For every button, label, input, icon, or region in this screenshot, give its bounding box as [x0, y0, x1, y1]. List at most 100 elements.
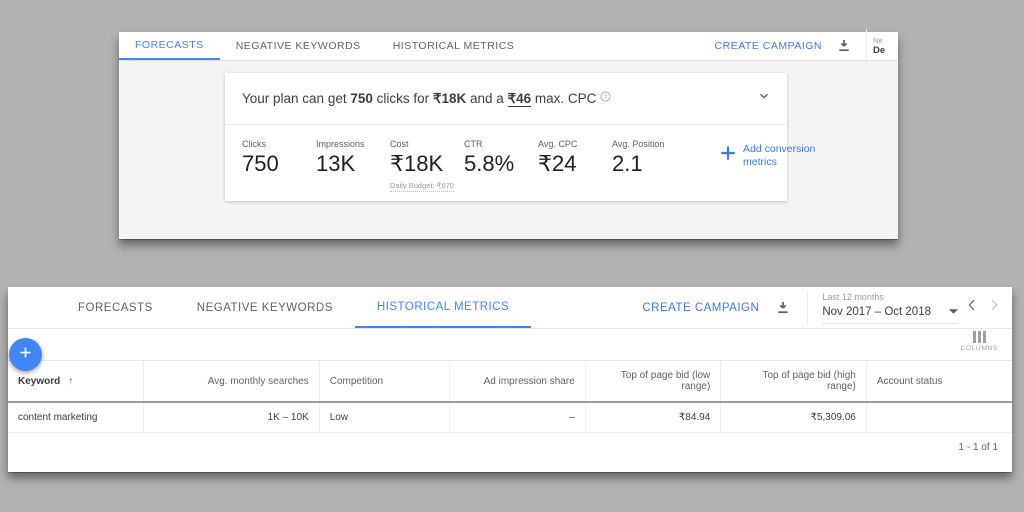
cell-ad-impression-share: – [449, 402, 586, 433]
screenshot-stage: FORECASTS NEGATIVE KEYWORDS HISTORICAL M… [0, 0, 1024, 512]
date-range-row[interactable]: Nov 2017 – Oct 2018 [822, 303, 958, 324]
headline-mid-2: and a [466, 91, 508, 106]
tab-negative-keywords[interactable]: NEGATIVE KEYWORDS [220, 32, 377, 60]
columns-icon [972, 331, 986, 343]
create-campaign-button[interactable]: CREATE CAMPAIGN [715, 40, 822, 52]
tab-negative-keywords[interactable]: NEGATIVE KEYWORDS [175, 287, 355, 328]
add-conversion-metrics-button[interactable]: Add conversion metrics [718, 143, 835, 169]
metric-value: 750 [242, 151, 279, 176]
cell-keyword: content marketing [8, 402, 145, 433]
caret-down-icon[interactable] [949, 303, 958, 321]
table-header-row: Keyword ↑ Avg. monthly searches Competiti… [8, 360, 1012, 403]
column-label: Avg. monthly searches [207, 375, 309, 387]
plus-icon [18, 345, 33, 365]
tab-label: HISTORICAL METRICS [376, 300, 510, 313]
column-header-competition[interactable]: Competition [319, 360, 451, 403]
add-keyword-fab[interactable] [9, 338, 42, 371]
top-panel-tabbar: FORECASTS NEGATIVE KEYWORDS HISTORICAL M… [119, 29, 898, 63]
column-header-avg-monthly-searches[interactable]: Avg. monthly searches [143, 360, 320, 403]
plus-icon [718, 143, 738, 168]
tab-label: FORECASTS [135, 39, 204, 51]
headline-max-cpc[interactable]: ₹46 [507, 91, 532, 107]
pagination-bar: 1 - 1 of 1 [8, 433, 1012, 463]
column-label: Competition [329, 375, 384, 387]
table-row[interactable]: content marketing 1K – 10K Low – ₹84.94 … [8, 402, 1012, 433]
headline-prefix: Your plan can get [242, 91, 351, 106]
tab-forecasts[interactable]: FORECASTS [119, 32, 220, 60]
metric-avg-position: Avg. Position 2.1 [612, 139, 700, 175]
metric-label: CTR [464, 139, 483, 149]
column-header-top-bid-low[interactable]: Top of page bid (low range) [585, 360, 722, 403]
top-panel-actions: CREATE CAMPAIGN Ne De [715, 29, 898, 63]
date-range-selector[interactable]: Ne De [866, 29, 892, 63]
date-range-stack: Last 12 months Nov 2017 – Oct 2018 [822, 292, 958, 324]
forecast-body: Your plan can get 750 clicks for ₹18K an… [119, 61, 898, 239]
tab-label: HISTORICAL METRICS [392, 40, 515, 52]
column-header-ad-impression-share[interactable]: Ad impression share [449, 360, 586, 403]
metric-label: Avg. Position [612, 139, 665, 149]
daily-budget-label[interactable]: Daily Budget: ₹670 [390, 181, 454, 193]
help-icon[interactable]: ? [600, 90, 611, 105]
column-label: Account status [876, 375, 943, 387]
tab-historical-metrics[interactable]: HISTORICAL METRICS [354, 287, 532, 328]
column-header-top-bid-high[interactable]: Top of page bid (high range) [720, 360, 867, 403]
keywords-table: Keyword ↑ Avg. monthly searches Competiti… [8, 360, 1012, 433]
chevron-left-icon[interactable] [964, 297, 980, 318]
pagination-label: 1 - 1 of 1 [958, 442, 998, 453]
add-conversion-metrics-label: Add conversion metrics [743, 143, 816, 168]
column-label: Top of page bid (high range) [762, 370, 856, 392]
tab-label: NEGATIVE KEYWORDS [235, 40, 361, 52]
date-range-value: De [873, 45, 886, 56]
tab-label: NEGATIVE KEYWORDS [196, 301, 333, 314]
headline-mid: clicks for [372, 91, 433, 106]
bottom-panel-tabs: FORECASTS NEGATIVE KEYWORDS HISTORICAL M… [8, 287, 532, 328]
chevron-right-icon[interactable] [986, 297, 1002, 318]
column-header-account-status[interactable]: Account status [866, 360, 1012, 403]
tab-historical-metrics[interactable]: HISTORICAL METRICS [377, 32, 531, 60]
columns-button[interactable]: COLUMNS [961, 331, 998, 352]
download-icon[interactable] [775, 300, 791, 316]
tab-forecasts[interactable]: FORECASTS [56, 287, 175, 328]
chevron-down-icon[interactable] [757, 89, 771, 108]
cell-competition: Low [319, 402, 451, 433]
forecast-headline: Your plan can get 750 clicks for ₹18K an… [242, 90, 611, 107]
table-toolbar: COLUMNS [8, 329, 1012, 360]
metric-value: 13K [316, 151, 356, 176]
metric-value: 2.1 [612, 151, 643, 176]
svg-text:?: ? [604, 95, 608, 101]
top-panel-tabs: FORECASTS NEGATIVE KEYWORDS HISTORICAL M… [119, 32, 530, 60]
headline-clicks: 750 [350, 91, 373, 106]
bottom-panel-actions: CREATE CAMPAIGN Last 12 months Nov 2017 … [642, 287, 1002, 328]
cell-top-bid-high: ₹5,309.06 [720, 402, 867, 433]
metric-avg-cpc: Avg. CPC ₹24 [538, 139, 612, 175]
metric-label: Clicks [242, 139, 266, 149]
cell-account-status [866, 402, 1012, 433]
headline-suffix: max. CPC [531, 91, 597, 106]
cell-top-bid-low: ₹84.94 [585, 402, 722, 433]
sort-ascending-icon: ↑ [68, 375, 74, 387]
download-icon[interactable] [836, 38, 852, 54]
forecast-card-header: Your plan can get 750 clicks for ₹18K an… [225, 73, 787, 125]
metric-ctr: CTR 5.8% [464, 139, 538, 175]
date-range-preset: Last 12 months [822, 291, 884, 302]
metric-clicks: Clicks 750 [242, 139, 316, 175]
bottom-panel-tabbar: FORECASTS NEGATIVE KEYWORDS HISTORICAL M… [8, 287, 1012, 329]
create-campaign-button[interactable]: CREATE CAMPAIGN [642, 302, 759, 314]
columns-label: COLUMNS [960, 345, 998, 352]
forecast-panel: FORECASTS NEGATIVE KEYWORDS HISTORICAL M… [119, 29, 898, 239]
forecast-card: Your plan can get 750 clicks for ₹18K an… [225, 73, 815, 201]
metric-cost: Cost ₹18K Daily Budget: ₹670 [390, 139, 464, 193]
date-range-selector[interactable]: Last 12 months Nov 2017 – Oct 2018 [807, 290, 1002, 325]
metric-label: Impressions [316, 139, 365, 149]
metric-label: Avg. CPC [538, 139, 578, 149]
date-range-value: Nov 2017 – Oct 2018 [822, 305, 931, 318]
metric-value: 5.8% [464, 151, 515, 176]
metric-value: ₹24 [538, 151, 577, 176]
column-label: Top of page bid (low range) [620, 370, 711, 392]
column-label: Keyword [18, 375, 61, 387]
historical-metrics-panel: FORECASTS NEGATIVE KEYWORDS HISTORICAL M… [8, 287, 1012, 472]
headline-cost: ₹18K [432, 91, 467, 106]
date-range-preset: Ne [873, 36, 883, 45]
metric-label: Cost [390, 139, 409, 149]
column-label: Ad impression share [483, 375, 575, 387]
